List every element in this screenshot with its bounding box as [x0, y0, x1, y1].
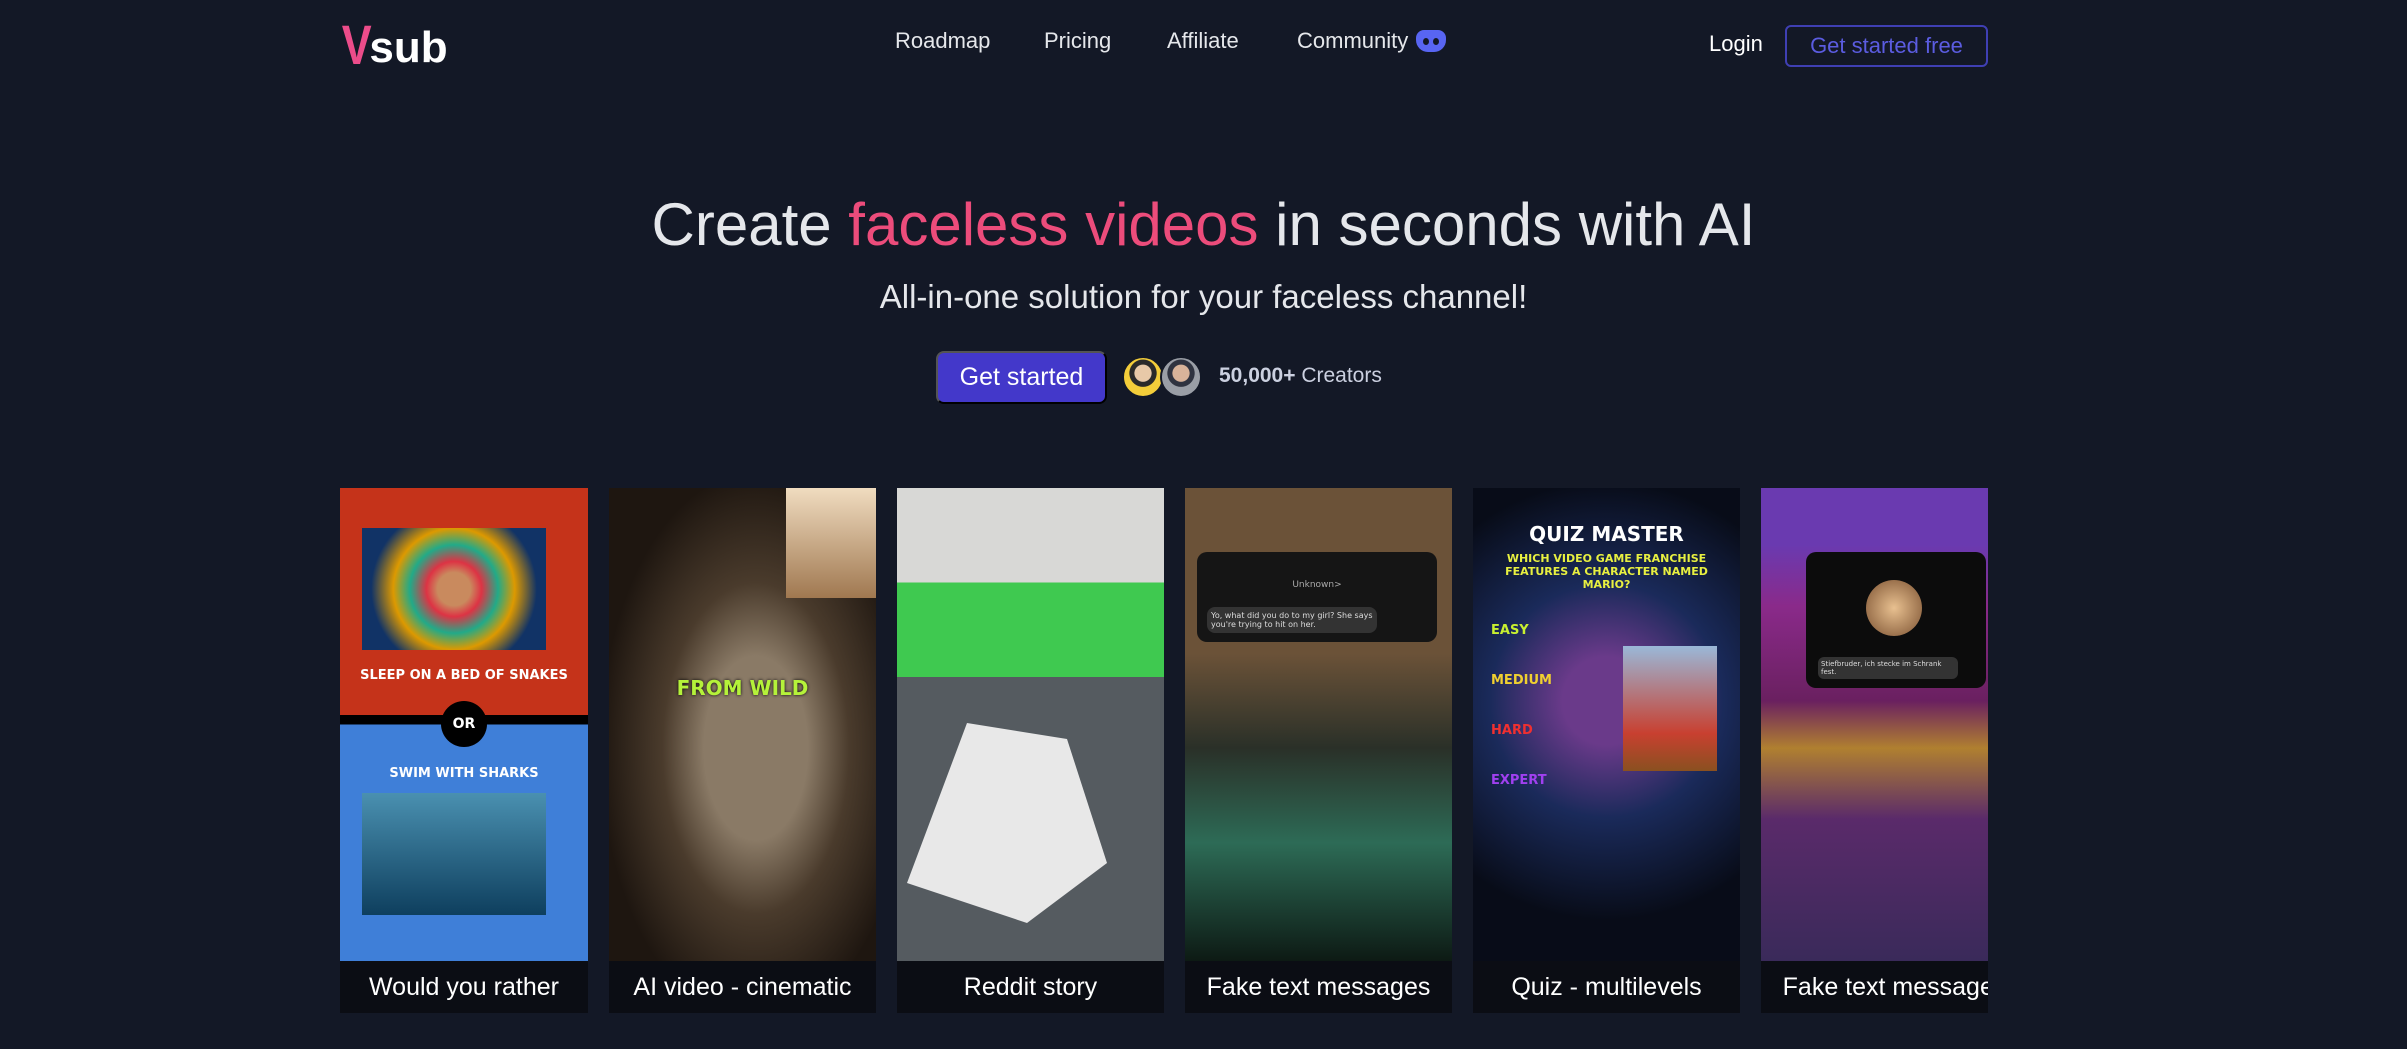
hero-subtitle: All-in-one solution for your faceless ch… [879, 278, 1528, 315]
window-light [786, 488, 876, 598]
template-card[interactable]: Unknown> Yo, what did you do to my girl?… [1185, 488, 1452, 1013]
discord-icon [1416, 30, 1447, 52]
card-caption: Fake text messages [1185, 961, 1452, 1013]
template-card[interactable]: Stiefbruder, ich stecke im Schrank fest.… [1761, 488, 1988, 1013]
nav-roadmap[interactable]: Roadmap [895, 28, 990, 54]
template-card[interactable]: QUIZ MASTER WHICH VIDEO GAME FRANCHISE F… [1473, 488, 1740, 1013]
nav-affiliate[interactable]: Affiliate [1167, 28, 1239, 54]
car-image [907, 723, 1107, 923]
template-card[interactable]: FROM WILD AI video - cinematic [609, 488, 876, 1013]
thumbnail: Unknown> Yo, what did you do to my girl?… [1185, 488, 1452, 961]
message-overlay: Unknown> Yo, what did you do to my girl?… [1197, 552, 1437, 642]
creators-count: 50,000+ Creators [1219, 364, 1382, 387]
thumbnail: Stiefbruder, ich stecke im Schrank fest. [1761, 488, 1988, 961]
sharks-image [362, 793, 546, 915]
template-gallery: SLEEP ON A BED OF SNAKES OR SWIM WITH SH… [340, 488, 1988, 1013]
thumbnail: SLEEP ON A BED OF SNAKES OR SWIM WITH SH… [340, 488, 588, 961]
get-started-free-button[interactable]: Get started free [1785, 25, 1988, 67]
avatar [1160, 356, 1202, 398]
message-overlay: Stiefbruder, ich stecke im Schrank fest. [1806, 552, 1986, 688]
get-started-button[interactable]: Get started [936, 351, 1107, 404]
template-card[interactable]: Reddit story [897, 488, 1164, 1013]
hero-title: Create faceless videos in seconds with A… [651, 191, 1756, 258]
logo[interactable]: Vsub [338, 17, 448, 73]
mario-image [1623, 646, 1717, 771]
nav-community[interactable]: Community [1297, 28, 1447, 54]
template-card[interactable]: SLEEP ON A BED OF SNAKES OR SWIM WITH SH… [340, 488, 588, 1013]
card-caption: AI video - cinematic [609, 961, 876, 1013]
snakes-image [362, 528, 546, 650]
card-caption: Would you rather [340, 961, 588, 1013]
avatar [1866, 580, 1922, 636]
card-caption: Fake text messages [1761, 961, 1988, 1013]
login-link[interactable]: Login [1709, 31, 1763, 57]
nav-pricing[interactable]: Pricing [1044, 28, 1111, 54]
thumbnail [897, 488, 1164, 961]
thumbnail: FROM WILD [609, 488, 876, 961]
avatar [1122, 356, 1164, 398]
card-caption: Reddit story [897, 961, 1164, 1013]
card-caption: Quiz - multilevels [1473, 961, 1740, 1013]
thumbnail: QUIZ MASTER WHICH VIDEO GAME FRANCHISE F… [1473, 488, 1740, 961]
